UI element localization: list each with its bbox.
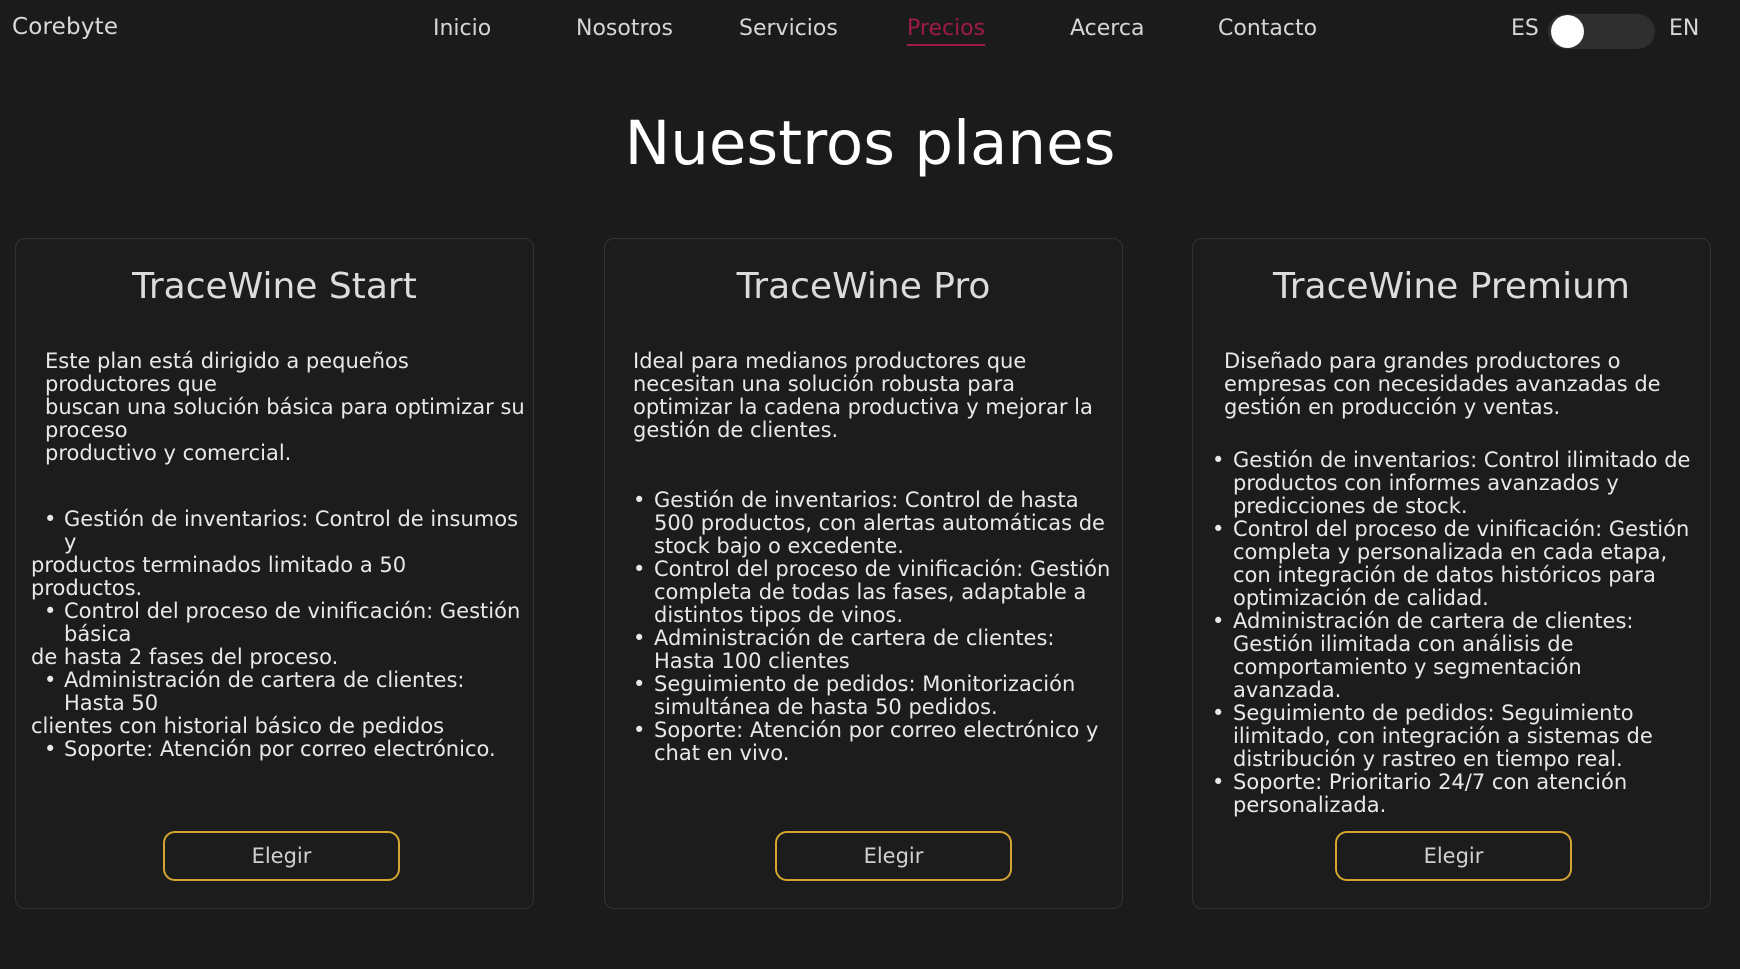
- feature-line: ilimitado, con integración a sistemas de: [1233, 724, 1653, 748]
- feature-line: personalizada.: [1233, 793, 1387, 817]
- nav-link-precios[interactable]: Precios: [907, 16, 986, 46]
- description-line: proceso: [45, 418, 128, 442]
- plan-card-pro: TraceWine Pro Ideal para medianos produc…: [604, 238, 1123, 909]
- feature-line: Gestión de inventarios: Control de insum…: [64, 507, 519, 531]
- plan-description: Ideal para medianos productores que nece…: [633, 350, 1113, 442]
- feature-line: Hasta 100 clientes: [654, 649, 850, 673]
- description-line: Diseñado para grandes productores o: [1224, 349, 1621, 373]
- feature-item: Seguimiento de pedidos: Seguimiento ilim…: [1212, 702, 1702, 771]
- plan-description: Este plan está dirigido a pequeños produ…: [45, 350, 525, 465]
- feature-item: Control del proceso de vinificación: Ges…: [1212, 518, 1702, 610]
- plan-description: Diseñado para grandes productores o empr…: [1224, 350, 1704, 419]
- feature-line: comportamiento y segmentación: [1233, 655, 1582, 679]
- lang-label-en: EN: [1669, 16, 1700, 41]
- nav-link-servicios[interactable]: Servicios: [739, 16, 838, 41]
- feature-line: clientes con historial básico de pedidos: [31, 714, 445, 738]
- description-line: necesitan una solución robusta para: [633, 372, 1015, 396]
- feature-item: Control del proceso de vinificación: Ges…: [31, 600, 521, 669]
- plan-card-start: TraceWine Start Este plan está dirigido …: [15, 238, 534, 909]
- feature-item: Administración de cartera de clientes: H…: [31, 669, 521, 738]
- feature-line: Control del proceso de vinificación: Ges…: [654, 557, 1111, 581]
- plan-features-list: Gestión de inventarios: Control de insum…: [31, 508, 521, 762]
- feature-line: Hasta 50: [64, 691, 159, 715]
- feature-line: Soporte: Atención por correo electrónico…: [64, 737, 496, 761]
- feature-line: y: [64, 530, 77, 554]
- feature-item: Soporte: Atención por correo electrónico…: [633, 719, 1118, 765]
- feature-item: Soporte: Atención por correo electrónico…: [31, 737, 521, 762]
- nav-link-contacto[interactable]: Contacto: [1218, 16, 1317, 41]
- description-line: optimizar la cadena productiva y mejorar…: [633, 395, 1093, 419]
- feature-line: distribución y rastreo en tiempo real.: [1233, 747, 1623, 771]
- plan-title: TraceWine Premium: [1273, 266, 1630, 307]
- feature-line: Seguimiento de pedidos: Monitorización: [654, 672, 1076, 696]
- choose-plan-button[interactable]: Elegir: [775, 831, 1012, 881]
- nav-link-nosotros[interactable]: Nosotros: [576, 16, 673, 41]
- description-line: productores que: [45, 372, 217, 396]
- plan-title: TraceWine Pro: [736, 266, 991, 307]
- feature-line: Control del proceso de vinificación: Ges…: [1233, 517, 1690, 541]
- description-line: gestión de clientes.: [633, 418, 839, 442]
- feature-line: optimización de calidad.: [1233, 586, 1489, 610]
- feature-line: 500 productos, con alertas automáticas d…: [654, 511, 1105, 535]
- feature-line: básica: [64, 622, 132, 646]
- feature-item: Administración de cartera de clientes: H…: [633, 627, 1118, 673]
- lang-label-es: ES: [1511, 16, 1539, 41]
- feature-line: completa y personalizada en cada etapa,: [1233, 540, 1668, 564]
- feature-line: completa de todas las fases, adaptable a: [654, 580, 1087, 604]
- feature-line: predicciones de stock.: [1233, 494, 1468, 518]
- language-toggle[interactable]: [1548, 14, 1655, 49]
- feature-line: avanzada.: [1233, 678, 1342, 702]
- description-line: buscan una solución básica para optimiza…: [45, 395, 525, 419]
- brand-logo-text[interactable]: Corebyte: [12, 14, 118, 40]
- description-line: Este plan está dirigido a pequeños: [45, 349, 409, 373]
- plan-features-list: Gestión de inventarios: Control ilimitad…: [1212, 449, 1702, 817]
- feature-item: Seguimiento de pedidos: Monitorización s…: [633, 673, 1118, 719]
- description-line: empresas con necesidades avanzadas de: [1224, 372, 1661, 396]
- nav-link-acerca[interactable]: Acerca: [1070, 16, 1144, 41]
- feature-line: simultánea de hasta 50 pedidos.: [654, 695, 998, 719]
- description-line: gestión en producción y ventas.: [1224, 395, 1561, 419]
- feature-line: distintos tipos de vinos.: [654, 603, 904, 627]
- feature-line: Soporte: Prioritario 24/7 con atención: [1233, 770, 1628, 794]
- language-toggle-knob: [1551, 15, 1584, 48]
- feature-line: Administración de cartera de clientes:: [1233, 609, 1634, 633]
- page-title: Nuestros planes: [624, 108, 1116, 179]
- plan-features-list: Gestión de inventarios: Control de hasta…: [633, 489, 1118, 765]
- feature-line: Administración de cartera de clientes:: [654, 626, 1055, 650]
- feature-line: productos terminados limitado a 50: [31, 553, 407, 577]
- feature-item: Gestión de inventarios: Control de hasta…: [633, 489, 1118, 558]
- top-navbar: Corebyte Inicio Nosotros Servicios Preci…: [0, 0, 1740, 64]
- feature-item: Control del proceso de vinificación: Ges…: [633, 558, 1118, 627]
- feature-line: de hasta 2 fases del proceso.: [31, 645, 339, 669]
- feature-item: Gestión de inventarios: Control ilimitad…: [1212, 449, 1702, 518]
- feature-line: Gestión de inventarios: Control de hasta: [654, 488, 1079, 512]
- feature-line: productos.: [31, 576, 143, 600]
- choose-plan-button[interactable]: Elegir: [1335, 831, 1572, 881]
- feature-item: Administración de cartera de clientes: G…: [1212, 610, 1702, 702]
- description-line: productivo y comercial.: [45, 441, 292, 465]
- feature-line: stock bajo o excedente.: [654, 534, 904, 558]
- feature-item: Soporte: Prioritario 24/7 con atención p…: [1212, 771, 1702, 817]
- feature-line: Gestión de inventarios: Control ilimitad…: [1233, 448, 1691, 472]
- feature-line: Soporte: Atención por correo electrónico…: [654, 718, 1099, 742]
- description-line: Ideal para medianos productores que: [633, 349, 1027, 373]
- choose-plan-button[interactable]: Elegir: [163, 831, 400, 881]
- feature-item: Gestión de inventarios: Control de insum…: [31, 508, 521, 600]
- plan-card-premium: TraceWine Premium Diseñado para grandes …: [1192, 238, 1711, 909]
- plan-title: TraceWine Start: [132, 266, 417, 307]
- feature-line: chat en vivo.: [654, 741, 790, 765]
- nav-link-inicio[interactable]: Inicio: [433, 16, 491, 41]
- feature-line: productos con informes avanzados y: [1233, 471, 1619, 495]
- feature-line: Seguimiento de pedidos: Seguimiento: [1233, 701, 1634, 725]
- feature-line: Control del proceso de vinificación: Ges…: [64, 599, 521, 623]
- feature-line: con integración de datos históricos para: [1233, 563, 1656, 587]
- feature-line: Gestión ilimitada con análisis de: [1233, 632, 1574, 656]
- feature-line: Administración de cartera de clientes:: [64, 668, 465, 692]
